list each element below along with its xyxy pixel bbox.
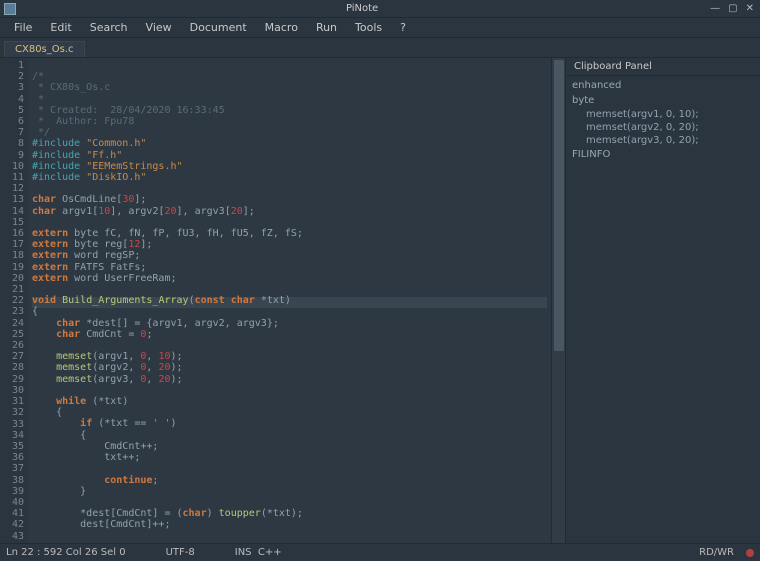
- clipboard-sub2: byte: [572, 93, 754, 108]
- tab-file[interactable]: CX80s_Os.c: [4, 41, 85, 57]
- vertical-scrollbar[interactable]: [551, 58, 565, 543]
- window-title: PiNote: [20, 3, 704, 14]
- clipboard-panel: Clipboard Panel enhanced byte memset(arg…: [565, 58, 760, 543]
- menu-run[interactable]: Run: [308, 19, 345, 36]
- clipboard-item[interactable]: memset(argv3, 0, 20);: [572, 134, 754, 147]
- close-button[interactable]: ✕: [746, 3, 754, 14]
- status-insert-mode: INS C++: [235, 547, 282, 558]
- statusbar: Ln 22 : 592 Col 26 Sel 0 UTF-8 INS C++ R…: [0, 543, 760, 561]
- status-encoding: UTF-8: [166, 547, 195, 558]
- clipboard-item[interactable]: memset(argv1, 0, 10);: [572, 108, 754, 121]
- status-readwrite: RD/WR: [699, 547, 734, 558]
- menu-document[interactable]: Document: [182, 19, 255, 36]
- status-indicator-icon: [746, 549, 754, 557]
- clipboard-panel-title: Clipboard Panel: [566, 58, 760, 76]
- menu-?[interactable]: ?: [392, 19, 414, 36]
- clipboard-sub3: FILINFO: [572, 147, 754, 162]
- menu-tools[interactable]: Tools: [347, 19, 390, 36]
- menu-edit[interactable]: Edit: [42, 19, 79, 36]
- clipboard-sub1: enhanced: [572, 78, 754, 93]
- menu-view[interactable]: View: [138, 19, 180, 36]
- menu-search[interactable]: Search: [82, 19, 136, 36]
- editor[interactable]: 1234567891011121314151617181920212223242…: [0, 58, 565, 543]
- maximize-button[interactable]: ▢: [728, 3, 737, 14]
- menubar: FileEditSearchViewDocumentMacroRunTools?: [0, 18, 760, 38]
- menu-macro[interactable]: Macro: [257, 19, 306, 36]
- code-area[interactable]: /* * CX80s_Os.c * * Created: 28/04/2020 …: [28, 58, 551, 543]
- app-icon: [4, 3, 16, 15]
- line-gutter: 1234567891011121314151617181920212223242…: [0, 58, 28, 543]
- tabbar: CX80s_Os.c: [0, 38, 760, 58]
- clipboard-item[interactable]: memset(argv2, 0, 20);: [572, 121, 754, 134]
- menu-file[interactable]: File: [6, 19, 40, 36]
- titlebar: PiNote — ▢ ✕: [0, 0, 760, 18]
- minimize-button[interactable]: —: [710, 3, 720, 14]
- status-position: Ln 22 : 592 Col 26 Sel 0: [6, 547, 126, 558]
- scrollbar-thumb[interactable]: [554, 60, 564, 351]
